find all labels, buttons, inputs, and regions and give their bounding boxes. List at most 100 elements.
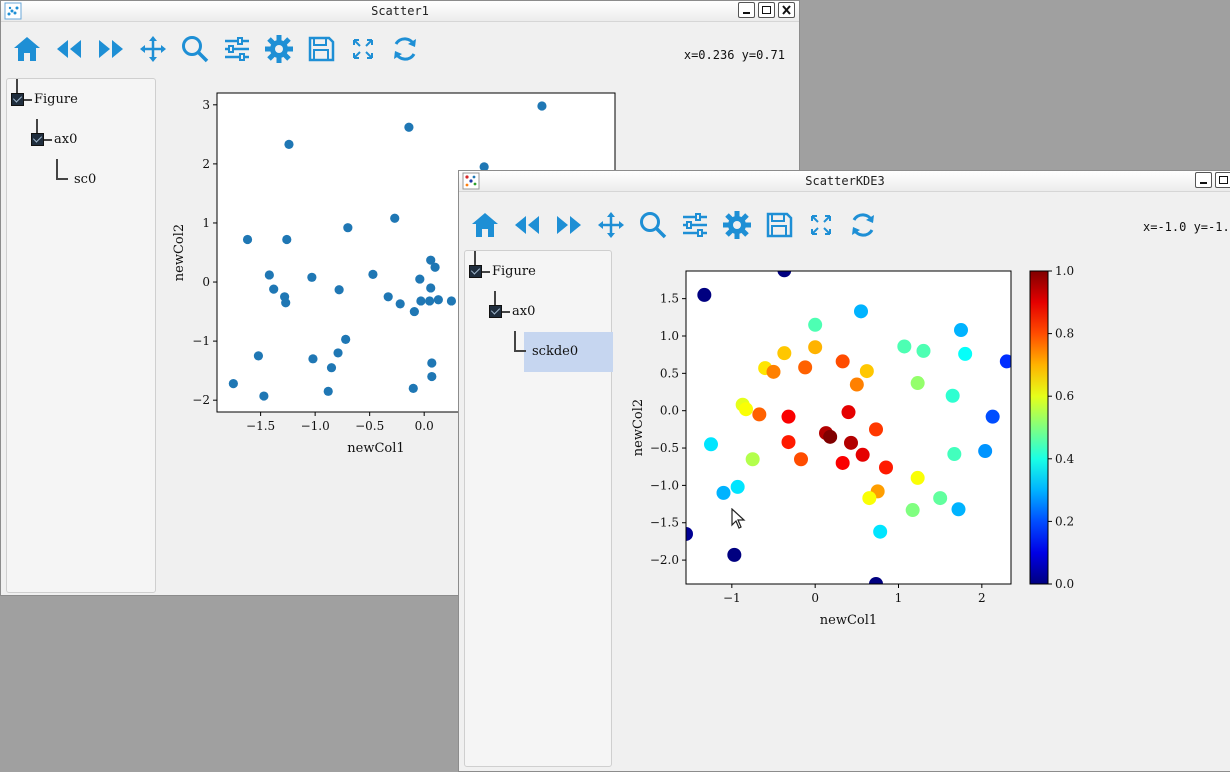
settings-button[interactable] — [261, 31, 297, 67]
tree-connector — [56, 159, 58, 179]
scatter-point — [752, 407, 767, 422]
ax0-checkbox[interactable] — [489, 305, 502, 318]
window-title: ScatterKDE3 — [805, 174, 885, 188]
refresh-button[interactable] — [845, 207, 881, 243]
scatter-point — [905, 503, 920, 518]
scatter-point — [430, 262, 440, 272]
zoom-button[interactable] — [177, 31, 213, 67]
close-button[interactable] — [778, 2, 795, 18]
save-button[interactable] — [303, 31, 339, 67]
save-button[interactable] — [761, 207, 797, 243]
scatter-point — [269, 284, 279, 294]
forward-button[interactable] — [551, 207, 587, 243]
settings-button[interactable] — [719, 207, 755, 243]
scatter-point — [855, 447, 870, 462]
gear-icon — [265, 35, 293, 63]
scatter-point — [308, 354, 318, 364]
tree-node-figure[interactable]: Figure — [34, 92, 78, 107]
tree-node-figure[interactable]: Figure — [492, 264, 536, 279]
y-tick-label: −1.0 — [650, 478, 679, 492]
scatter-point — [326, 363, 337, 373]
minimize-button[interactable] — [738, 2, 755, 18]
x-tick-label: 1 — [895, 591, 903, 605]
scatter-kde-chart[interactable]: −1 0 1 2 −2.0 −1.5 −1.0 −0.5 0.0 0.5 1.0 1.5 newCol1… — [619, 261, 1230, 641]
scatter-point — [835, 354, 850, 369]
coordinate-readout: x=0.236 y=0.71 — [683, 48, 785, 62]
tree-connector — [502, 311, 510, 313]
refresh-icon — [394, 37, 416, 61]
scatter-point — [739, 402, 753, 417]
scatter-point — [730, 479, 745, 494]
back-button[interactable] — [51, 31, 87, 67]
scatter-point — [999, 354, 1011, 369]
scatter-point — [910, 470, 925, 485]
scatter-point — [781, 409, 796, 424]
colorbar-tick-label: 0.8 — [1055, 327, 1074, 341]
scatter-point — [869, 422, 883, 437]
fit-button[interactable] — [803, 207, 839, 243]
tree-connector — [482, 271, 490, 273]
tree-node-sc0[interactable]: sc0 — [74, 172, 96, 187]
x-tick-label: 0.0 — [415, 419, 434, 433]
window-title: Scatter1 — [371, 4, 429, 18]
figure-checkbox[interactable] — [11, 93, 24, 106]
scatter-point — [823, 429, 838, 444]
home-button[interactable] — [9, 31, 45, 67]
scatter-point — [415, 274, 425, 284]
save-icon — [308, 36, 335, 62]
home-icon — [472, 213, 498, 237]
scatter-point — [333, 348, 343, 358]
minimize-button[interactable] — [1195, 172, 1212, 188]
forward-button[interactable] — [93, 31, 129, 67]
title-bar[interactable]: ScatterKDE3 — [459, 171, 1230, 192]
pan-button[interactable] — [593, 207, 629, 243]
mouse-cursor-icon — [731, 508, 746, 529]
scatter-point — [841, 405, 856, 420]
y-axis-label: newCol2 — [631, 399, 646, 456]
scatter-point — [766, 364, 781, 379]
tree-node-ax0[interactable]: ax0 — [54, 132, 77, 147]
zoom-button[interactable] — [635, 207, 671, 243]
scatter-point — [697, 287, 712, 302]
forward-icon — [557, 216, 581, 234]
pan-button[interactable] — [135, 31, 171, 67]
tree-node-sckde0[interactable]: sckde0 — [532, 344, 578, 359]
scatter-point — [390, 213, 400, 223]
scatter-point — [910, 376, 925, 391]
refresh-button[interactable] — [387, 31, 423, 67]
fit-icon — [353, 39, 373, 59]
scatter-point — [408, 383, 418, 393]
figure-checkbox[interactable] — [469, 265, 482, 278]
ax0-checkbox[interactable] — [31, 133, 44, 146]
tree-connector — [44, 139, 52, 141]
refresh-icon — [852, 213, 874, 237]
scatter-point — [264, 270, 274, 280]
scatter-point — [242, 234, 253, 245]
scatter-point — [897, 339, 912, 354]
maximize-button[interactable] — [1215, 172, 1230, 188]
scatter-point — [395, 299, 405, 309]
x-tick-label: 0 — [811, 591, 819, 605]
tree-node-ax0[interactable]: ax0 — [512, 304, 535, 319]
coordinate-readout: x=-1.0 y=-1. — [1143, 220, 1230, 234]
scatter-point — [716, 485, 731, 500]
scatter-point — [284, 139, 294, 149]
configure-button[interactable] — [219, 31, 255, 67]
zoom-icon — [182, 36, 209, 63]
close-icon — [782, 5, 791, 15]
home-button[interactable] — [467, 207, 503, 243]
scatter-point — [383, 292, 393, 302]
scatter-point — [781, 435, 796, 450]
scatter-point — [798, 360, 813, 375]
back-button[interactable] — [509, 207, 545, 243]
maximize-button[interactable] — [758, 2, 775, 18]
scatter-point — [727, 547, 742, 562]
title-bar[interactable]: Scatter1 — [1, 1, 799, 22]
y-tick-label: 1.5 — [660, 292, 679, 306]
x-tick-label: −1 — [723, 591, 741, 605]
gear-icon — [723, 211, 751, 239]
x-tick-label: 2 — [978, 591, 986, 605]
fit-button[interactable] — [345, 31, 381, 67]
configure-button[interactable] — [677, 207, 713, 243]
y-axis-label: newCol2 — [172, 224, 187, 281]
